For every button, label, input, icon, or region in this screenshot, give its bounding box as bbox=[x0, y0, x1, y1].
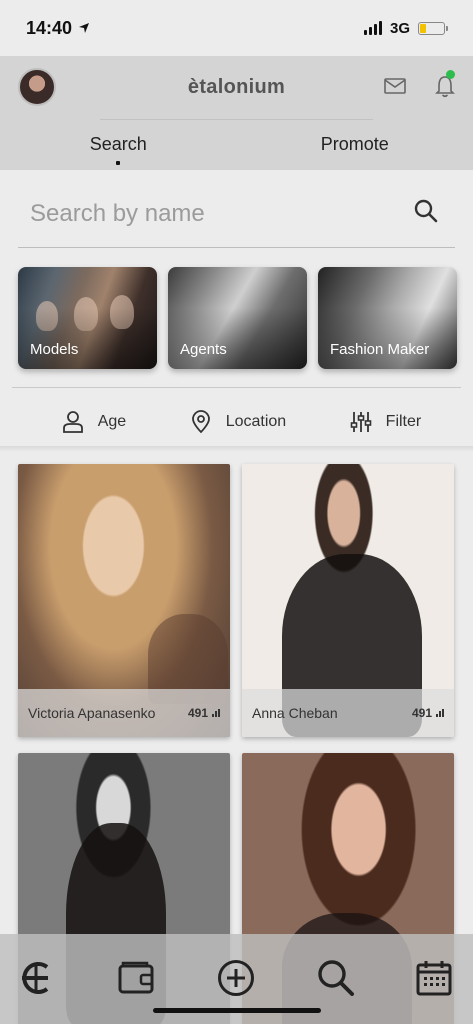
filter-bar: Age Location Filter bbox=[0, 398, 473, 446]
status-time: 14:40 bbox=[26, 17, 73, 38]
wallet-icon bbox=[118, 961, 154, 994]
profile-card[interactable]: Victoria Apanasenko 491 bbox=[18, 464, 230, 737]
filter-filter-label: Filter bbox=[385, 413, 422, 430]
search-icon[interactable] bbox=[413, 198, 439, 224]
search-icon bbox=[318, 960, 354, 996]
category-fashion-maker[interactable]: Fashion Maker bbox=[318, 267, 457, 369]
profile-count-value: 491 bbox=[411, 706, 432, 720]
filter-shadow bbox=[0, 446, 473, 452]
status-left: 14:40 bbox=[26, 18, 90, 39]
tab-bar: Search Promote bbox=[0, 130, 473, 170]
nav-add[interactable] bbox=[216, 958, 256, 998]
category-row: Models Agents Fashion Maker bbox=[18, 267, 458, 371]
status-right: 3G bbox=[363, 19, 448, 37]
location-pin-icon bbox=[191, 410, 210, 434]
calendar-icon bbox=[416, 961, 452, 996]
profile-count: 491 bbox=[412, 706, 444, 720]
category-label: Models bbox=[30, 341, 79, 358]
profile-name: Victoria Apanasenko bbox=[28, 705, 156, 721]
profile-count: 491 bbox=[188, 706, 220, 720]
nav-home[interactable] bbox=[16, 958, 56, 998]
etalonium-logo-icon bbox=[22, 962, 49, 994]
location-arrow-icon bbox=[79, 23, 90, 33]
category-agents[interactable]: Agents bbox=[168, 267, 307, 369]
search-bar bbox=[18, 186, 455, 248]
signal-icon bbox=[363, 21, 382, 35]
category-label: Fashion Maker bbox=[330, 341, 430, 358]
person-icon bbox=[62, 411, 83, 433]
tab-promote[interactable]: Promote bbox=[237, 130, 473, 170]
battery-icon bbox=[418, 21, 448, 35]
profile-card[interactable]: Anna Cheban 491 bbox=[242, 464, 454, 737]
profile-caption: Victoria Apanasenko 491 bbox=[18, 689, 230, 737]
nav-calendar[interactable] bbox=[414, 958, 454, 998]
add-circle-icon bbox=[218, 960, 254, 996]
profile-count-value: 491 bbox=[187, 706, 208, 720]
network-label: 3G bbox=[389, 19, 410, 37]
home-indicator[interactable] bbox=[153, 1008, 321, 1013]
mail-icon[interactable] bbox=[384, 78, 406, 94]
nav-search[interactable] bbox=[316, 958, 356, 998]
sliders-icon bbox=[350, 412, 371, 432]
battery-fill bbox=[420, 23, 426, 33]
filter-age[interactable]: Age bbox=[62, 410, 126, 434]
filter-filter[interactable]: Filter bbox=[350, 410, 422, 434]
header-top: ètalonium bbox=[0, 56, 473, 120]
filter-location[interactable]: Location bbox=[190, 410, 287, 434]
profile-caption: Anna Cheban 491 bbox=[242, 689, 454, 737]
category-label: Agents bbox=[180, 341, 227, 358]
notification-dot bbox=[446, 70, 455, 79]
app-header: ètalonium Search Promote bbox=[0, 56, 473, 170]
bar-chart-icon bbox=[212, 709, 220, 717]
category-models[interactable]: Models bbox=[18, 267, 157, 369]
nav-wallet[interactable] bbox=[116, 958, 156, 998]
section-divider bbox=[12, 387, 461, 388]
filter-location-label: Location bbox=[225, 413, 287, 430]
filter-age-label: Age bbox=[97, 413, 127, 430]
profile-name: Anna Cheban bbox=[252, 705, 338, 721]
bar-chart-icon bbox=[436, 709, 444, 717]
header-divider bbox=[100, 119, 373, 120]
status-bar: 14:40 3G bbox=[0, 0, 473, 56]
search-input[interactable] bbox=[30, 194, 390, 234]
tab-search[interactable]: Search bbox=[0, 130, 237, 170]
